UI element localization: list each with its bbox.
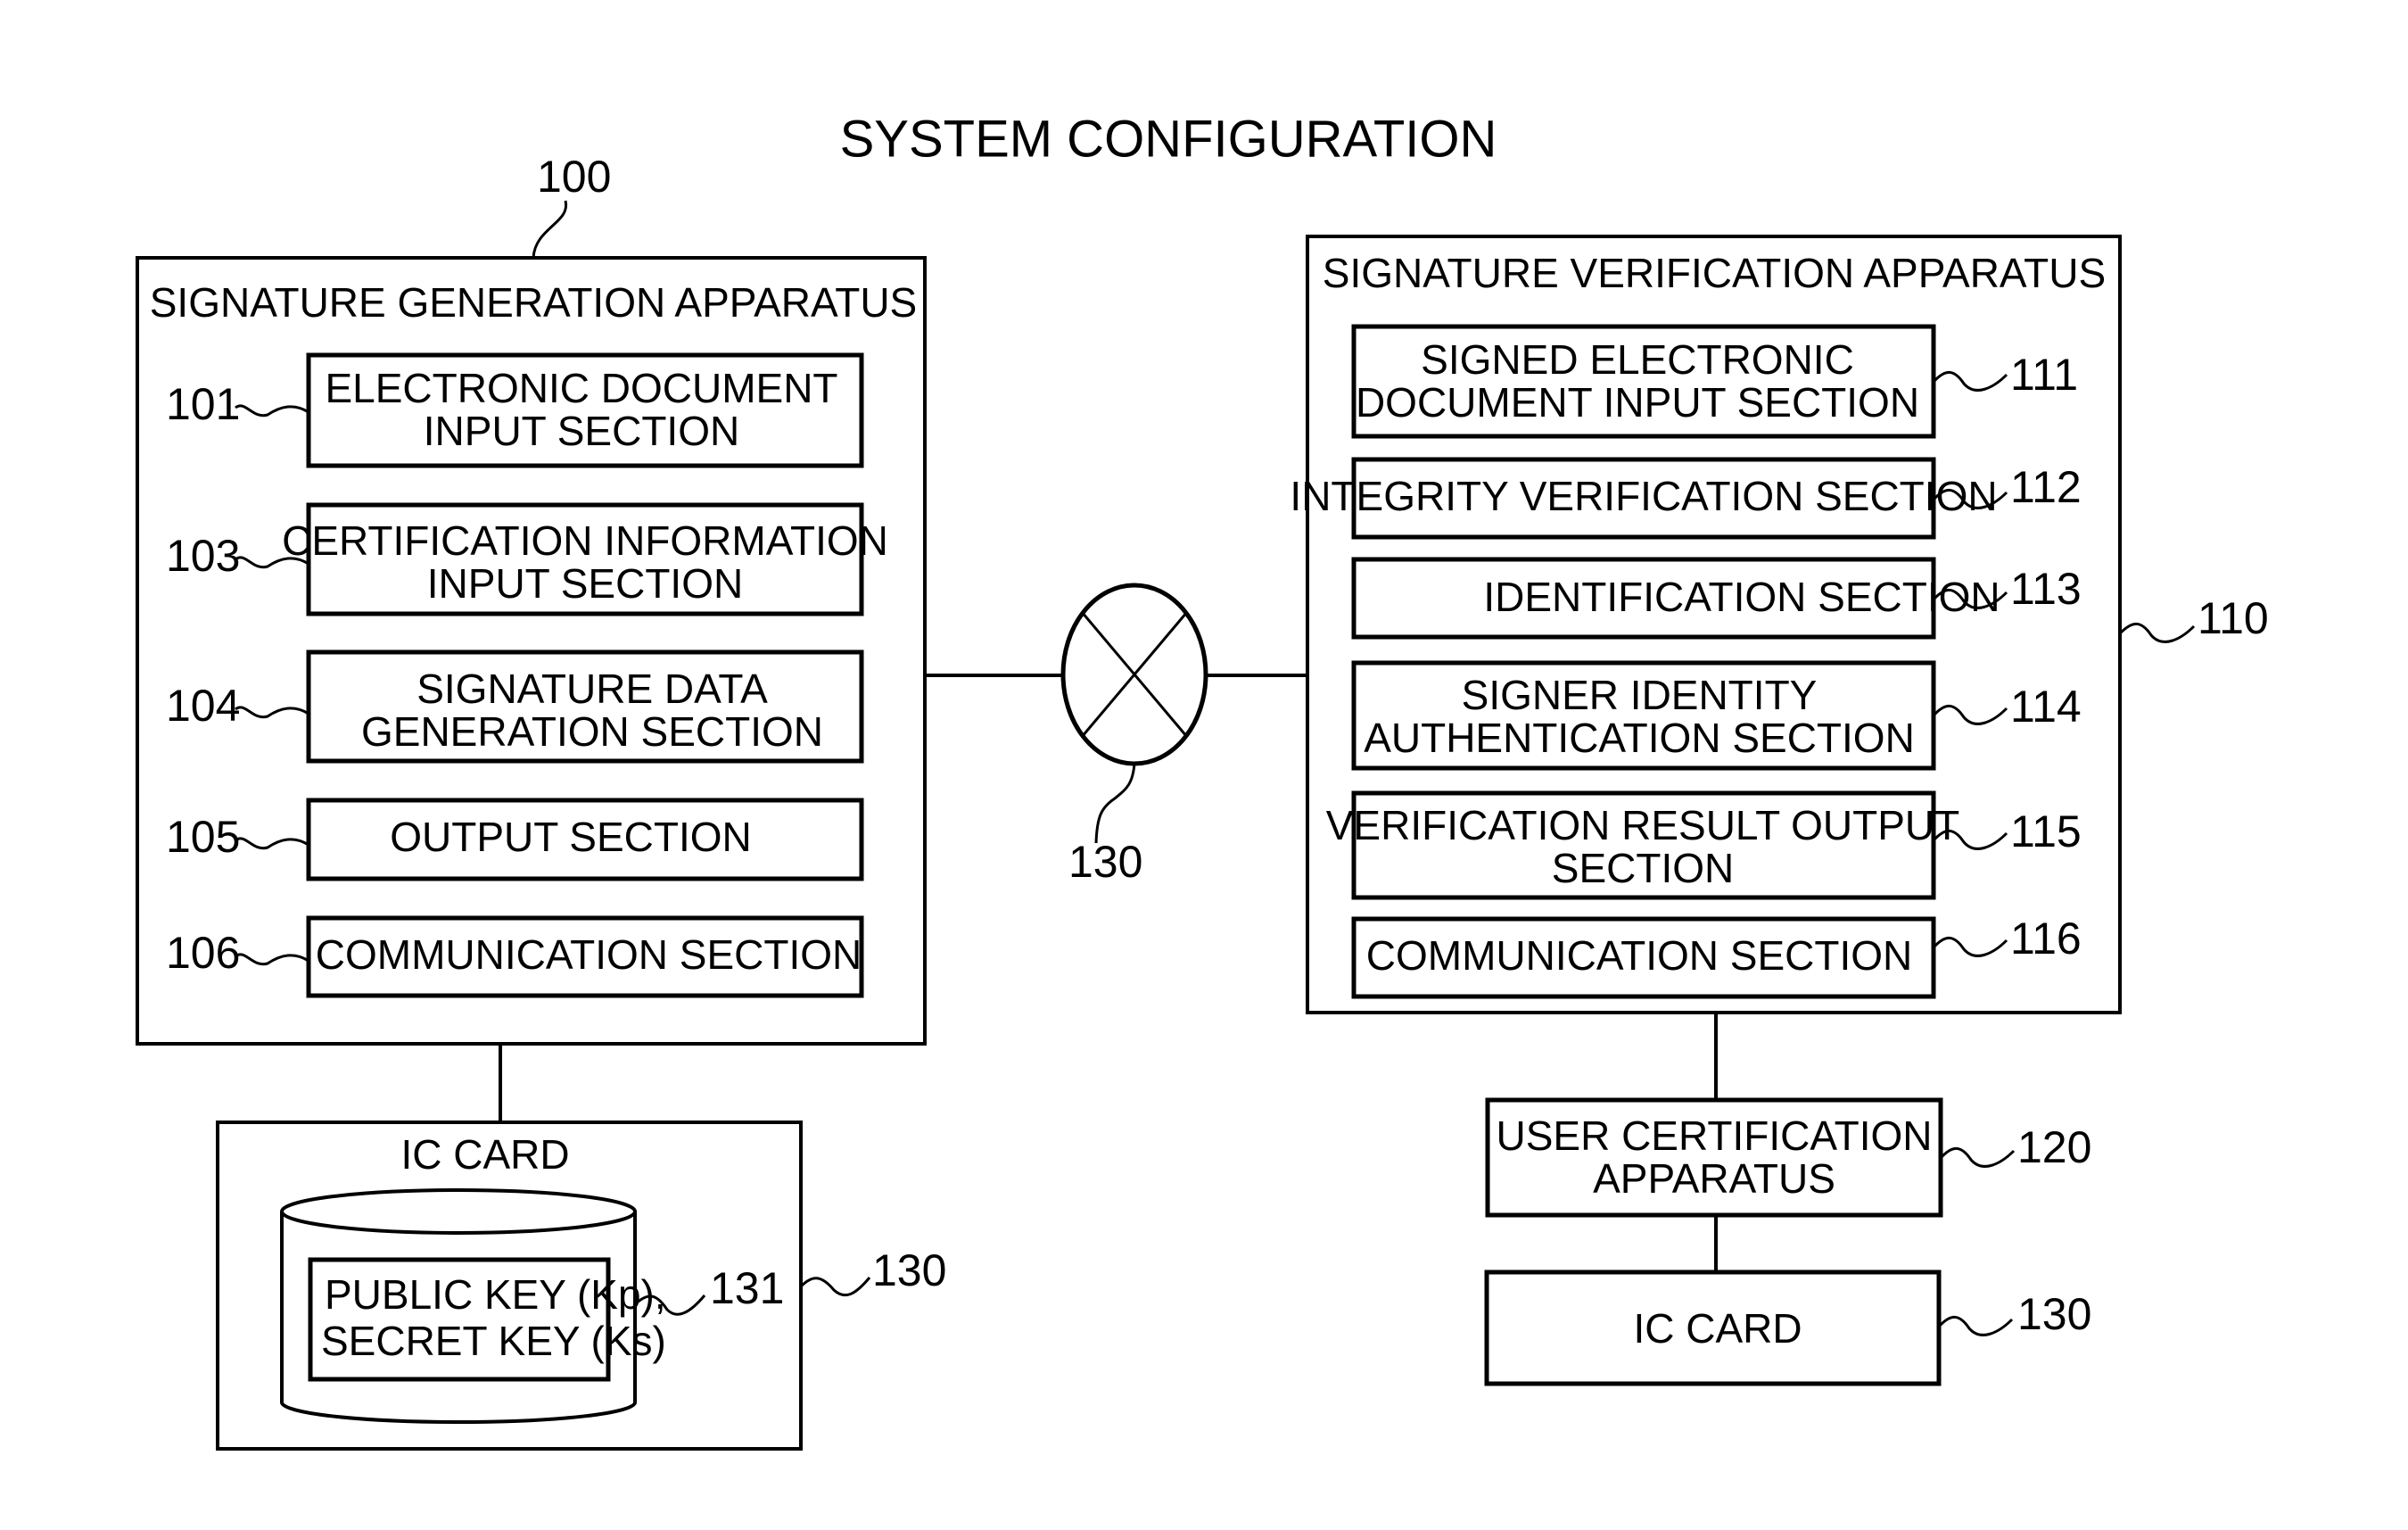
ref-label-130-left: 130 — [872, 1245, 946, 1295]
section-label-line: COMMUNICATION SECTION — [316, 931, 862, 978]
section-label-line: COMMUNICATION SECTION — [1366, 932, 1912, 979]
section-communication-left: COMMUNICATION SECTION 106 — [166, 915, 864, 998]
leader-line-111 — [1932, 370, 2008, 392]
section-electronic-document-input: ELECTRONIC DOCUMENT INPUT SECTION 101 — [166, 352, 864, 468]
section-label-line: VERIFICATION RESULT OUTPUT — [1326, 802, 1960, 848]
leader-line-104 — [235, 706, 309, 719]
section-label-line: INPUT SECTION — [424, 408, 739, 454]
section-label-line: INPUT SECTION — [427, 560, 743, 607]
section-label-line: CERTIFICATION INFORMATION — [282, 517, 888, 564]
user-certification-apparatus: USER CERTIFICATION APPARATUS 120 — [1485, 1097, 2091, 1218]
ref-label-105: 105 — [166, 812, 240, 862]
section-signature-data-generation: SIGNATURE DATA GENERATION SECTION 104 — [166, 649, 864, 764]
section-label-line: SIGNED ELECTRONIC — [1421, 336, 1854, 383]
leader-line-110 — [2118, 622, 2196, 643]
verification-apparatus-heading: SIGNATURE VERIFICATION APPARATUS — [1323, 250, 2106, 296]
leader-line-114 — [1932, 704, 2008, 725]
ref-label-114: 114 — [2010, 682, 2082, 732]
ic-card-right: IC CARD 130 — [1484, 1269, 2091, 1386]
section-label-line: APPARATUS — [1593, 1155, 1835, 1202]
section-identification: IDENTIFICATION SECTION 113 — [1351, 557, 2082, 640]
ic-card-heading: IC CARD — [400, 1131, 569, 1178]
ref-label-101: 101 — [166, 379, 240, 429]
section-label-line: SECTION — [1552, 845, 1734, 891]
ref-label-100: 100 — [537, 152, 611, 202]
section-signer-identity-authentication: SIGNER IDENTITY AUTHENTICATION SECTION 1… — [1351, 660, 2082, 771]
section-label-line: USER CERTIFICATION — [1497, 1112, 1933, 1159]
key-storage-cylinder: PUBLIC KEY (Kp), SECRET KEY (Ks) — [280, 1188, 666, 1424]
ref-label-103: 103 — [166, 531, 240, 581]
system-configuration-diagram: SYSTEM CONFIGURATION 100 SIGNATURE GENER… — [136, 110, 2269, 1451]
section-integrity-verification: INTEGRITY VERIFICATION SECTION 112 — [1290, 457, 2082, 540]
leader-line-130-network — [1094, 763, 1136, 844]
section-communication-right: COMMUNICATION SECTION 116 — [1351, 914, 2082, 999]
section-verification-result-output: VERIFICATION RESULT OUTPUT SECTION 115 — [1326, 790, 2082, 900]
ref-label-112: 112 — [2010, 462, 2082, 512]
ref-label-130-right: 130 — [2017, 1289, 2091, 1339]
section-signed-electronic-document-input: SIGNED ELECTRONIC DOCUMENT INPUT SECTION… — [1351, 324, 2078, 439]
generation-apparatus-heading: SIGNATURE GENERATION APPARATUS — [150, 279, 918, 326]
leader-line-130-right — [1937, 1315, 2014, 1336]
section-certification-information-input: CERTIFICATION INFORMATION INPUT SECTION … — [166, 502, 888, 616]
leader-line-130-left — [799, 1277, 871, 1297]
leader-line-106 — [235, 953, 309, 966]
section-label-line: OUTPUT SECTION — [390, 814, 752, 860]
section-label-line: AUTHENTICATION SECTION — [1364, 715, 1915, 761]
section-label-line: DOCUMENT INPUT SECTION — [1356, 379, 1919, 426]
ref-label-110: 110 — [2198, 593, 2269, 643]
leader-line-120 — [1939, 1146, 2016, 1168]
section-output: OUTPUT SECTION 105 — [166, 798, 864, 881]
ref-label-113: 113 — [2010, 564, 2082, 614]
ref-label-115: 115 — [2010, 806, 2082, 856]
section-label-line: SIGNER IDENTITY — [1462, 672, 1818, 718]
section-label-line: INTEGRITY VERIFICATION SECTION — [1290, 473, 1997, 519]
section-label-line: ELECTRONIC DOCUMENT — [325, 365, 837, 411]
secret-key-text: SECRET KEY (Ks) — [321, 1318, 666, 1364]
ic-card-right-label: IC CARD — [1633, 1305, 1802, 1352]
leader-line-116 — [1932, 936, 2008, 957]
diagram-title: SYSTEM CONFIGURATION — [840, 110, 1497, 168]
ref-label-104: 104 — [166, 681, 240, 731]
section-label-line: GENERATION SECTION — [361, 708, 823, 755]
ref-label-131: 131 — [710, 1263, 784, 1313]
ref-label-130-network: 130 — [1068, 837, 1142, 887]
section-label-line: SIGNATURE DATA — [416, 666, 768, 712]
signature-verification-apparatus: SIGNATURE VERIFICATION APPARATUS SIGNED … — [1290, 235, 2269, 1014]
leader-line-105 — [235, 837, 309, 850]
ref-label-116: 116 — [2010, 914, 2082, 963]
public-key-text: PUBLIC KEY (Kp), — [325, 1271, 666, 1318]
ref-label-106: 106 — [166, 928, 240, 978]
ref-label-111: 111 — [2010, 350, 2078, 400]
leader-line-100 — [532, 200, 568, 259]
signature-generation-apparatus: 100 SIGNATURE GENERATION APPARATUS ELECT… — [136, 152, 927, 1046]
ic-card-left: IC CARD PUBLIC KEY (Kp), SECRET KEY (Ks)… — [216, 1121, 946, 1451]
section-label-line: IDENTIFICATION SECTION — [1483, 574, 2000, 620]
network: 130 — [925, 583, 1307, 887]
leader-line-101 — [235, 404, 309, 418]
ref-label-120: 120 — [2017, 1122, 2091, 1172]
